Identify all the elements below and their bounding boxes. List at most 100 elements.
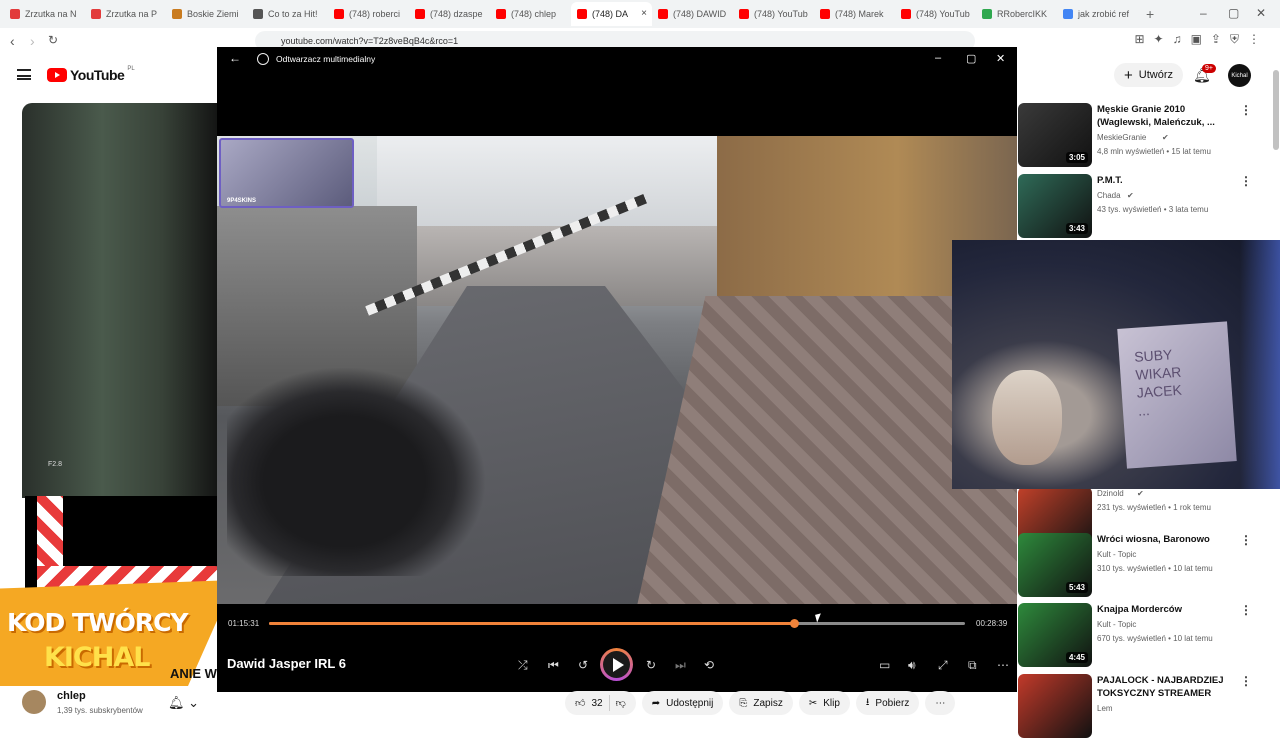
recommendation-item[interactable]: 3:05 Męskie Granie 2010 (Waglewski, Maleń… [1018,103,1258,167]
recommendation-thumbnail[interactable]: 3:43 [1018,174,1092,238]
recommendation-thumbnail[interactable]: 3:05 [1018,103,1092,167]
recommendation-more-icon[interactable]: ⋮ [1240,674,1252,688]
tab-favicon-icon [1063,9,1073,19]
recommendation-more-icon[interactable]: ⋮ [1240,533,1252,547]
forward-icon[interactable]: › [30,33,35,49]
recommendation-more-icon[interactable]: ⋮ [1240,103,1252,117]
rewind-10-icon[interactable]: ↺ [578,658,588,672]
browser-tab[interactable]: (748) DA × [571,2,652,26]
more-actions-button[interactable]: ⋯ [925,691,956,715]
clip-button[interactable]: ✂ Klip [798,691,850,715]
browser-tab[interactable]: (748) YouTub [733,2,814,26]
account-avatar[interactable]: Kichal [1228,64,1251,87]
volume-icon[interactable]: 🔊︎ [908,658,916,673]
back-icon[interactable]: ‹ [10,33,15,49]
new-tab-icon[interactable]: + [1146,6,1154,22]
subscription-bell-icon[interactable]: 🔔︎ ⌄ [168,695,199,711]
recommendation-channel[interactable]: Dzinold [1097,489,1124,498]
player-close-icon[interactable]: ✕ [996,52,1005,65]
more-options-icon[interactable]: ⋯ [997,658,1009,672]
browser-tab[interactable]: (748) chlep [490,2,571,26]
media-icon[interactable]: ♫ [1173,32,1182,47]
youtube-logo[interactable]: YouTube PL [47,66,135,83]
minimize-window-icon[interactable]: – [1200,6,1207,20]
browser-tab[interactable]: RRobercIKK [976,2,1057,26]
back-arrow-icon[interactable]: ← [229,51,241,65]
recommendation-channel[interactable]: Lem [1097,704,1113,713]
shield-icon[interactable]: ⛨ [1230,32,1239,47]
close-window-icon[interactable]: ✕ [1256,6,1266,20]
recommendation-channel[interactable]: MeskieGranie [1097,133,1146,142]
browser-tab[interactable]: Zrzutka na N [4,2,85,26]
recommendation-title[interactable]: Wróci wiosna, Baronowo [1097,533,1237,546]
reload-icon[interactable]: ↻ [48,33,58,47]
extensions-icon[interactable]: ✦ [1154,32,1164,47]
like-count: 32 [591,697,603,709]
browser-tab[interactable]: (748) roberci [328,2,409,26]
player-maximize-icon[interactable]: ▢ [966,52,976,65]
fullscreen-icon[interactable]: ⤢ [938,658,948,673]
seek-bar[interactable]: 01:15:31 00:28:39 [217,614,1017,634]
recommendation-channel[interactable]: Kult - Topic [1097,620,1136,629]
previous-icon[interactable]: ⏮ [548,658,559,673]
subtitles-icon[interactable]: ▭ [879,658,890,672]
streamer-face [992,370,1062,465]
play-button[interactable] [600,648,633,681]
seek-track[interactable] [269,619,965,628]
create-label: Utwórz [1138,69,1173,81]
page-scrollbar[interactable] [1272,60,1280,720]
translate-icon[interactable]: ⊞ [1134,32,1144,47]
recommendation-channel[interactable]: Kult - Topic [1097,550,1136,559]
video-frame[interactable]: 9P4SKINS [217,136,1017,604]
download-button[interactable]: ⭳ Pobierz [855,691,920,715]
share-button[interactable]: ➦ Udostępnij [641,691,724,715]
browser-tab[interactable]: (748) DAWID [652,2,733,26]
browser-tab[interactable]: (748) dzaspe [409,2,490,26]
maximize-window-icon[interactable]: ▢ [1228,6,1239,20]
recommendation-item[interactable]: 3:43 P.M.T. Chada ✔ 43 tys. wyświetleń • 3 l… [1018,174,1258,238]
recommendation-more-icon[interactable]: ⋮ [1240,174,1252,188]
recommendation-thumbnail[interactable]: 5:43 [1018,533,1092,597]
mini-player-icon[interactable]: ⧉ [968,658,977,673]
next-icon[interactable]: ⏭ [675,658,686,673]
tab-label: Zrzutka na P [106,9,158,19]
sidebar-icon[interactable]: ▣ [1191,32,1202,47]
shuffle-icon[interactable]: ⤮ [518,658,528,673]
dislike-icon[interactable]: 👎︎ [616,697,626,709]
recommendation-title[interactable]: Męskie Granie 2010 (Waglewski, Maleńczuk… [1097,103,1237,129]
tab-close-icon[interactable]: × [641,8,647,19]
seek-handle[interactable] [790,619,800,628]
player-minimize-icon[interactable]: – [935,52,941,64]
recommendation-item[interactable]: 5:43 Wróci wiosna, Baronowo Kult - Topic 31… [1018,533,1258,597]
like-icon[interactable]: 👍︎ [575,697,585,709]
hamburger-menu-icon[interactable] [17,69,31,80]
forward-30-icon[interactable]: ↻ [646,658,656,672]
browser-tab[interactable]: (748) Marek [814,2,895,26]
recommendation-title[interactable]: PAJALOCK - NAJBARDZIEJ TOKSYCZNY STREAME… [1097,674,1237,700]
recommendation-channel[interactable]: Chada [1097,191,1121,200]
recommendation-thumbnail[interactable] [1018,674,1092,738]
tab-label: (748) roberci [349,9,401,19]
recommendation-item[interactable]: PAJALOCK - NAJBARDZIEJ TOKSYCZNY STREAME… [1018,674,1258,738]
share-icon[interactable]: ⇪ [1211,32,1221,47]
recommendation-thumbnail[interactable]: 4:45 [1018,603,1092,667]
recommendation-item[interactable]: 4:45 Knajpa Morderców Kult - Topic 670 tys.… [1018,603,1258,667]
browser-tab[interactable]: Boskie Ziemi [166,2,247,26]
browser-tab[interactable]: Zrzutka na P [85,2,166,26]
youtube-wordmark: YouTube [70,67,125,83]
recommendation-title[interactable]: Knajpa Morderców [1097,603,1237,616]
create-button[interactable]: + Utwórz [1114,63,1183,87]
channel-name[interactable]: chlep [57,690,86,702]
recommendation-more-icon[interactable]: ⋮ [1240,603,1252,617]
recommendation-title[interactable]: P.M.T. [1097,174,1237,187]
repeat-off-icon[interactable]: ⟲ [704,658,714,672]
current-time: 01:15:31 [228,619,260,628]
underlying-video[interactable] [22,103,222,498]
browser-tab[interactable]: (748) YouTub [895,2,976,26]
browser-tab[interactable]: jak zrobić ref [1057,2,1138,26]
scrollbar-thumb[interactable] [1273,70,1279,150]
save-button[interactable]: ⎘ Zapisz [729,691,793,715]
channel-avatar[interactable] [22,690,46,714]
browser-tab[interactable]: Co to za Hit! [247,2,328,26]
menu-icon[interactable]: ⋮ [1248,32,1260,47]
